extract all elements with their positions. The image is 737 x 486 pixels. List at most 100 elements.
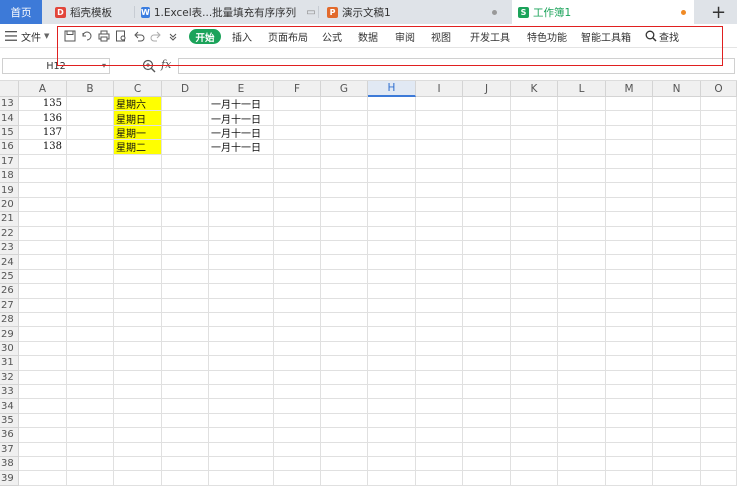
cell-l26[interactable] bbox=[558, 284, 606, 299]
cell-h14[interactable] bbox=[368, 111, 416, 126]
cell-d21[interactable] bbox=[162, 212, 209, 227]
cell-h25[interactable] bbox=[368, 269, 416, 285]
cell-l15[interactable] bbox=[558, 125, 606, 141]
cell-a32[interactable] bbox=[19, 370, 67, 385]
cell-i39[interactable] bbox=[416, 471, 463, 486]
cell-k36[interactable] bbox=[511, 428, 558, 443]
cell-h29[interactable] bbox=[368, 327, 416, 342]
cell-m15[interactable] bbox=[606, 125, 653, 141]
cell-a38[interactable] bbox=[19, 457, 67, 472]
cell-a21[interactable] bbox=[19, 212, 67, 227]
cell-f35[interactable] bbox=[274, 413, 321, 429]
cell-i22[interactable] bbox=[416, 226, 463, 241]
cell-c38[interactable] bbox=[114, 457, 162, 472]
cell-o24[interactable] bbox=[701, 255, 737, 270]
cell-l31[interactable] bbox=[558, 356, 606, 371]
cell-g25[interactable] bbox=[321, 269, 368, 285]
row-header[interactable]: 37 bbox=[0, 442, 19, 457]
print-icon[interactable] bbox=[97, 29, 111, 43]
cell-a33[interactable] bbox=[19, 385, 67, 400]
cell-e36[interactable] bbox=[209, 428, 274, 443]
cell-e20[interactable] bbox=[209, 197, 274, 213]
cell-n28[interactable] bbox=[653, 313, 701, 328]
cell-o39[interactable] bbox=[701, 471, 737, 486]
cell-e18[interactable] bbox=[209, 169, 274, 184]
cell-o27[interactable] bbox=[701, 298, 737, 313]
cell-o18[interactable] bbox=[701, 169, 737, 184]
cell-c13[interactable]: 星期六 bbox=[114, 97, 162, 112]
cell-g31[interactable] bbox=[321, 356, 368, 371]
cell-d20[interactable] bbox=[162, 197, 209, 213]
tab-presentation[interactable]: P 演示文稿1 bbox=[327, 0, 505, 24]
cell-d18[interactable] bbox=[162, 169, 209, 184]
cell-f37[interactable] bbox=[274, 442, 321, 457]
cell-c19[interactable] bbox=[114, 183, 162, 198]
cell-b20[interactable] bbox=[67, 197, 114, 213]
cell-o19[interactable] bbox=[701, 183, 737, 198]
cell-o32[interactable] bbox=[701, 370, 737, 385]
cell-m18[interactable] bbox=[606, 169, 653, 184]
cell-e15[interactable]: 一月十一日 bbox=[209, 125, 274, 141]
cell-f32[interactable] bbox=[274, 370, 321, 385]
cell-k37[interactable] bbox=[511, 442, 558, 457]
cell-f20[interactable] bbox=[274, 197, 321, 213]
cell-j24[interactable] bbox=[463, 255, 511, 270]
zoom-icon[interactable] bbox=[142, 59, 156, 73]
cell-j32[interactable] bbox=[463, 370, 511, 385]
cell-i15[interactable] bbox=[416, 125, 463, 141]
cell-c24[interactable] bbox=[114, 255, 162, 270]
tab-insert[interactable]: 插入 bbox=[232, 24, 252, 48]
cell-n16[interactable] bbox=[653, 140, 701, 155]
row-header[interactable]: 14 bbox=[0, 111, 19, 126]
cell-b30[interactable] bbox=[67, 341, 114, 357]
cell-h13[interactable] bbox=[368, 97, 416, 112]
cell-j15[interactable] bbox=[463, 125, 511, 141]
cell-f14[interactable] bbox=[274, 111, 321, 126]
cell-m38[interactable] bbox=[606, 457, 653, 472]
cell-l39[interactable] bbox=[558, 471, 606, 486]
cell-b36[interactable] bbox=[67, 428, 114, 443]
cell-g39[interactable] bbox=[321, 471, 368, 486]
cell-d39[interactable] bbox=[162, 471, 209, 486]
cell-o25[interactable] bbox=[701, 269, 737, 285]
cell-j18[interactable] bbox=[463, 169, 511, 184]
cell-g32[interactable] bbox=[321, 370, 368, 385]
cell-b16[interactable] bbox=[67, 140, 114, 155]
cell-o20[interactable] bbox=[701, 197, 737, 213]
cell-m17[interactable] bbox=[606, 154, 653, 169]
cell-n23[interactable] bbox=[653, 241, 701, 256]
cell-n34[interactable] bbox=[653, 399, 701, 414]
cell-d29[interactable] bbox=[162, 327, 209, 342]
cell-i21[interactable] bbox=[416, 212, 463, 227]
cell-e30[interactable] bbox=[209, 341, 274, 357]
tab-review[interactable]: 审阅 bbox=[395, 24, 415, 48]
cell-e14[interactable]: 一月十一日 bbox=[209, 111, 274, 126]
cell-g35[interactable] bbox=[321, 413, 368, 429]
cell-o38[interactable] bbox=[701, 457, 737, 472]
cell-n36[interactable] bbox=[653, 428, 701, 443]
cell-o35[interactable] bbox=[701, 413, 737, 429]
cell-k29[interactable] bbox=[511, 327, 558, 342]
cell-g28[interactable] bbox=[321, 313, 368, 328]
cell-c29[interactable] bbox=[114, 327, 162, 342]
cell-m25[interactable] bbox=[606, 269, 653, 285]
cell-f21[interactable] bbox=[274, 212, 321, 227]
cell-n13[interactable] bbox=[653, 97, 701, 112]
cell-l29[interactable] bbox=[558, 327, 606, 342]
cell-n26[interactable] bbox=[653, 284, 701, 299]
cell-b33[interactable] bbox=[67, 385, 114, 400]
cell-k39[interactable] bbox=[511, 471, 558, 486]
cell-f34[interactable] bbox=[274, 399, 321, 414]
cell-b38[interactable] bbox=[67, 457, 114, 472]
fx-icon[interactable]: fx bbox=[161, 58, 171, 71]
cell-f30[interactable] bbox=[274, 341, 321, 357]
cell-l17[interactable] bbox=[558, 154, 606, 169]
cell-f28[interactable] bbox=[274, 313, 321, 328]
cell-c27[interactable] bbox=[114, 298, 162, 313]
column-header-m[interactable]: M bbox=[606, 81, 653, 97]
cell-d32[interactable] bbox=[162, 370, 209, 385]
cell-g15[interactable] bbox=[321, 125, 368, 141]
cell-a18[interactable] bbox=[19, 169, 67, 184]
cell-l27[interactable] bbox=[558, 298, 606, 313]
cell-h35[interactable] bbox=[368, 413, 416, 429]
